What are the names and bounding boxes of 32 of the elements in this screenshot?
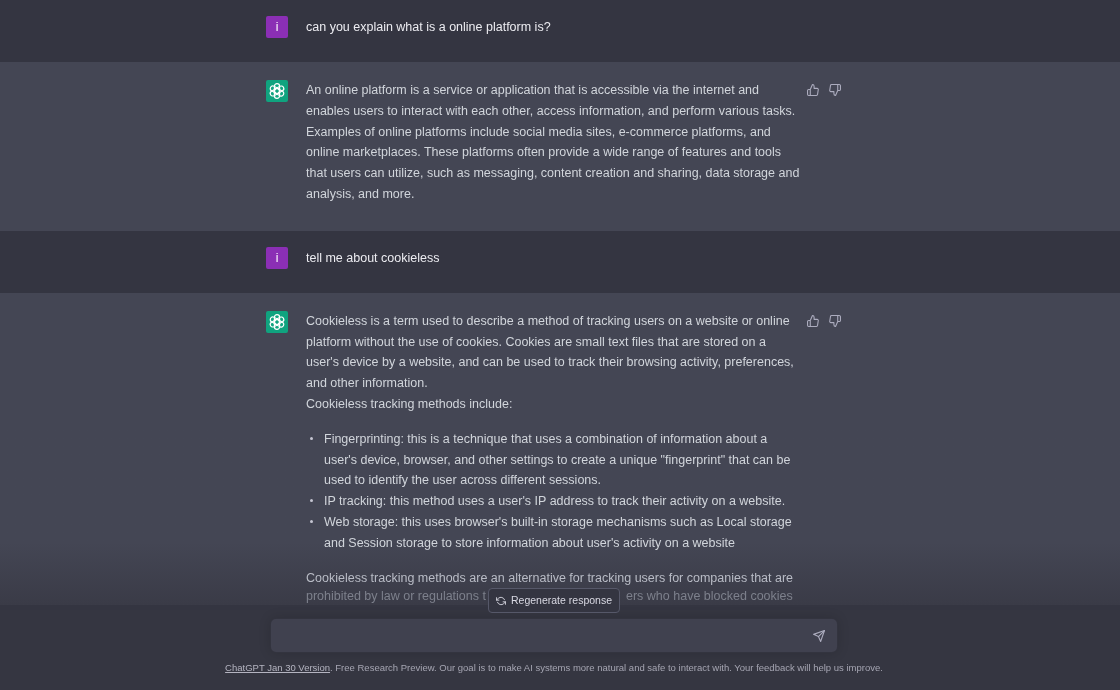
send-button[interactable]: [811, 627, 827, 644]
bullet-icon: [310, 519, 313, 523]
logo-icon: [266, 310, 288, 333]
list-item-text: Fingerprinting: this is a technique that uses a combination of information about a user's device, browser, and other settings to create a unique "fingerprint" that can be used to identify the user across different sessions.: [324, 430, 792, 490]
refresh-icon: [496, 595, 506, 606]
list-item-text: IP tracking: this method uses a user's IP address to track their activity on a website.: [324, 493, 787, 511]
thumbs-up-icon: [807, 314, 819, 327]
thumbs-down-icon: [829, 314, 841, 327]
list-item-text: Web storage: this uses browser's built-in storage mechanisms such as Local storage and Session storage to store information about user's activity on a website: [324, 513, 793, 552]
response-paragraph: An online platform is a service or application that is accessible via the internet and enables users to interact with each other, access information, and perform various tasks. Examples of online platforms include social media sites, e-commerce platforms, and online marketplaces. These platforms often provide a wide range of features and tools that users can utilize, such as messaging, content creation and sharing, data storage and analysis, and more.: [306, 82, 801, 203]
thumbs-up-button[interactable]: [805, 82, 821, 98]
logo-icon: [266, 80, 288, 102]
user-avatar: i: [266, 16, 288, 38]
thumbs-up-button[interactable]: [805, 312, 821, 329]
partial-text: prohibited by law or regulations t: [306, 587, 486, 605]
response-text: Cookieless tracking methods include:: [306, 395, 514, 413]
footer-note: ChatGPT Jan 30 Version. Free Research Preview. Our goal is to make AI systems more natural and safe to interact with. Your feedback will help us improve.: [225, 661, 883, 675]
thumbs-up-icon: [807, 84, 819, 96]
bullet-icon: [310, 499, 313, 503]
send-icon: [813, 629, 825, 642]
message-input-field[interactable]: [270, 618, 838, 653]
response-paragraph: Cookieless is a term used to describe a method of tracking users on a website or online platform without the use of cookies. Cookies are small text files that are stored on a user's device by a website, and can be used to track their browsing activity, preferences, and other information.: [306, 312, 795, 393]
message-text: can you explain what is a online platform is?: [306, 19, 552, 36]
thumbs-down-button[interactable]: [827, 82, 843, 98]
regenerate-button[interactable]: Regenerate response: [488, 588, 620, 613]
bullet-icon: [310, 436, 313, 440]
thumbs-down-button[interactable]: [827, 312, 843, 329]
message-text: tell me about cookieless: [306, 249, 441, 267]
user-avatar: i: [266, 246, 288, 269]
thumbs-down-icon: [829, 84, 841, 96]
partial-text: ers who have blocked cookies: [626, 587, 793, 605]
response-text: Cookieless tracking methods are an alternative for tracking users for companies that are: [306, 569, 794, 587]
